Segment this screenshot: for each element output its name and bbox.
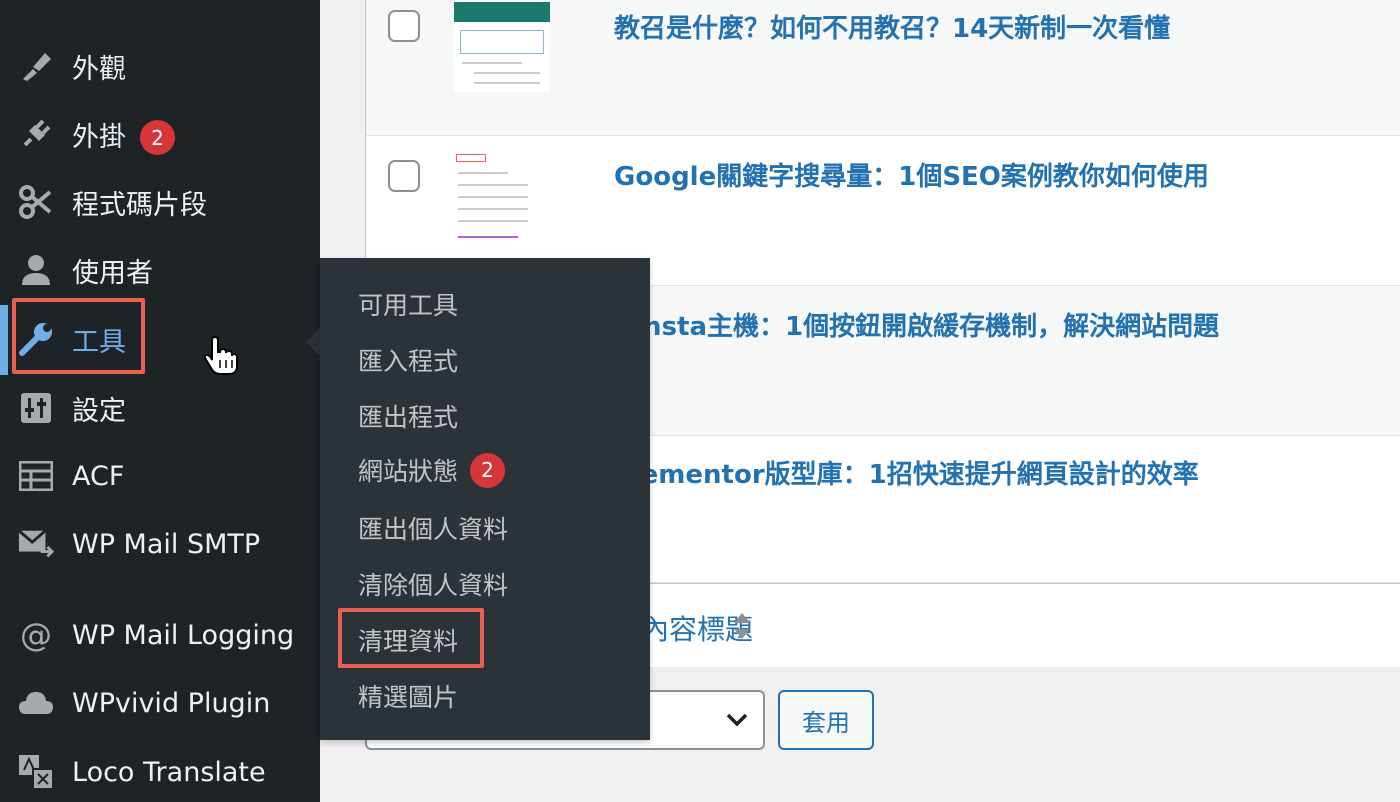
submenu-item-label: 可用工具 bbox=[358, 291, 459, 320]
cleanup-highlight-box bbox=[338, 608, 484, 668]
submenu-item-label: 精選圖片 bbox=[358, 683, 459, 712]
sidebar-item-acf[interactable]: ACF bbox=[0, 446, 320, 506]
sidebar-item-label: 設定 bbox=[72, 395, 126, 427]
post-title-link[interactable]: 教召是什麼？如何不用教召？14天新制一次看懂 bbox=[614, 8, 1170, 45]
sidebar-item-label: WP Mail Logging bbox=[72, 619, 295, 651]
post-title-link[interactable]: Google關鍵字搜尋量：1個SEO案例教你如何使用 bbox=[614, 156, 1209, 193]
sidebar-item-label: 使用者 bbox=[72, 257, 153, 289]
row-checkbox[interactable] bbox=[388, 10, 420, 42]
sidebar-item-code-snippets[interactable]: 程式碼片段 bbox=[0, 172, 320, 232]
settings-sliders-icon bbox=[18, 390, 54, 426]
translate-icon bbox=[18, 754, 54, 790]
paintbrush-icon bbox=[18, 48, 54, 84]
sidebar-item-label: WPvivid Plugin bbox=[72, 687, 271, 719]
sort-icon[interactable] bbox=[732, 610, 752, 642]
mail-icon bbox=[18, 526, 54, 562]
sidebar-item-loco-translate[interactable]: Loco Translate bbox=[0, 742, 320, 802]
sidebar-item-plugins[interactable]: 外掛 2 bbox=[0, 104, 320, 164]
sidebar-item-appearance[interactable]: 外觀 bbox=[0, 36, 320, 96]
row-checkbox[interactable] bbox=[388, 160, 420, 192]
user-icon bbox=[18, 252, 54, 288]
submenu-item-site-health[interactable]: 網站狀態 2 bbox=[358, 452, 506, 488]
submenu-item-label: 匯出個人資料 bbox=[358, 515, 509, 544]
site-health-badge: 2 bbox=[470, 452, 506, 488]
post-thumbnail[interactable] bbox=[454, 152, 550, 248]
admin-sidebar: 外觀 外掛 2 程式碼片段 使用者 工具 設定 ACF WP Mail SMTP… bbox=[0, 0, 322, 802]
submenu-item-label: 匯出程式 bbox=[358, 403, 459, 432]
at-sign-icon: @ bbox=[20, 616, 52, 654]
sidebar-item-label: ACF bbox=[72, 460, 125, 492]
post-title-link[interactable]: Elementor版型庫：1招快速提升網頁設計的效率 bbox=[614, 454, 1199, 491]
post-title-link[interactable]: Kinsta主機：1個按鈕開啟緩存機制，解決網站問題 bbox=[614, 306, 1219, 343]
sidebar-item-wp-mail-smtp[interactable]: WP Mail SMTP bbox=[0, 514, 320, 574]
submenu-item-label: 匯入程式 bbox=[358, 347, 459, 376]
post-thumbnail[interactable] bbox=[454, 0, 550, 92]
update-count-badge: 2 bbox=[140, 120, 175, 155]
submenu-item-import[interactable]: 匯入程式 bbox=[358, 342, 458, 378]
cloud-icon bbox=[18, 685, 54, 721]
submenu-item-label: 網站狀態 bbox=[358, 457, 459, 486]
sidebar-item-wp-mail-logging[interactable]: @ WP Mail Logging bbox=[0, 605, 320, 665]
sidebar-item-label: 外掛 bbox=[72, 121, 126, 153]
sidebar-item-settings[interactable]: 設定 bbox=[0, 378, 320, 438]
apply-button[interactable]: 套用 bbox=[778, 690, 874, 750]
acf-grid-icon bbox=[18, 458, 54, 494]
hand-cursor-icon bbox=[203, 336, 238, 375]
submenu-item-erase-personal-data[interactable]: 清除個人資料 bbox=[358, 566, 508, 602]
submenu-item-export[interactable]: 匯出程式 bbox=[358, 398, 458, 434]
sidebar-item-label: WP Mail SMTP bbox=[72, 528, 261, 560]
tools-highlight-box bbox=[12, 298, 145, 374]
submenu-item-label: 清除個人資料 bbox=[358, 571, 509, 600]
submenu-item-featured-image[interactable]: 精選圖片 bbox=[358, 678, 458, 714]
submenu-item-export-personal-data[interactable]: 匯出個人資料 bbox=[358, 510, 508, 546]
sidebar-item-label: 外觀 bbox=[72, 53, 126, 85]
sidebar-item-users[interactable]: 使用者 bbox=[0, 240, 320, 300]
chevron-down-icon bbox=[726, 713, 748, 727]
sidebar-item-label: 程式碼片段 bbox=[72, 189, 207, 221]
sidebar-item-wpvivid[interactable]: WPvivid Plugin bbox=[0, 673, 320, 733]
submenu-item-available-tools[interactable]: 可用工具 bbox=[358, 286, 458, 322]
table-row: 教召是什麼？如何不用教召？14天新制一次看懂 bbox=[366, 0, 1400, 136]
scissors-icon bbox=[18, 184, 54, 220]
plugin-icon bbox=[18, 116, 54, 152]
sidebar-item-label: Loco Translate bbox=[72, 756, 266, 788]
